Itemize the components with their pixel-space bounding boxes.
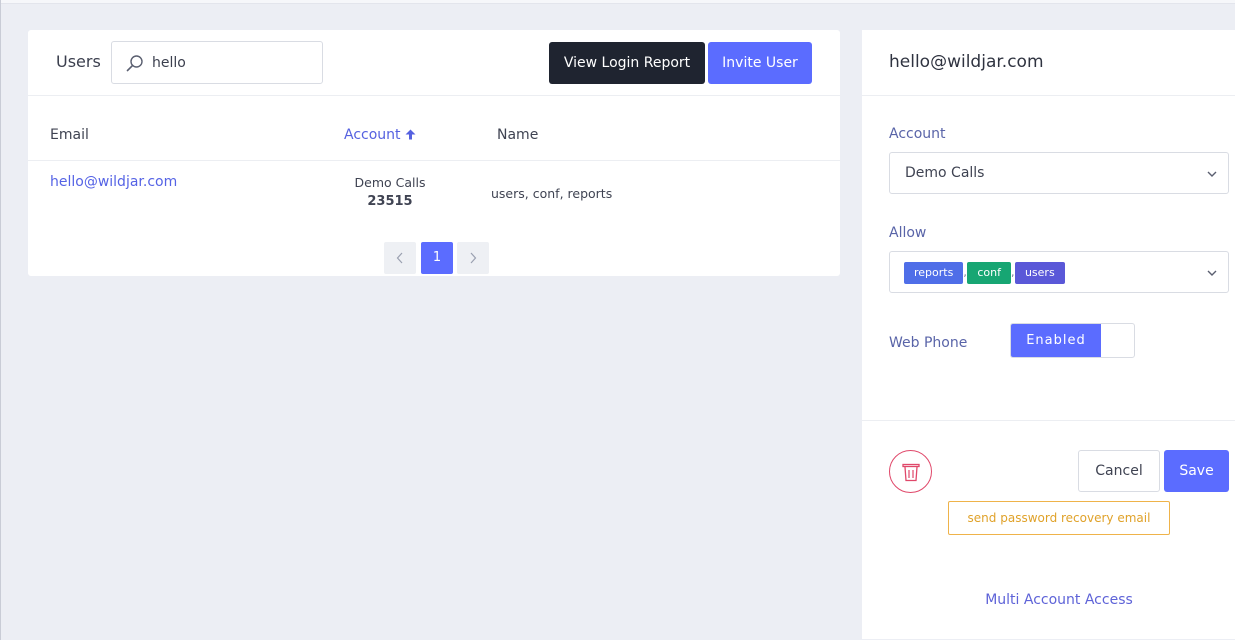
web-phone-toggle[interactable]: Enabled [1010, 323, 1135, 358]
column-header-name[interactable]: Name [497, 127, 538, 143]
left-border [0, 0, 1, 640]
cancel-button[interactable]: Cancel [1078, 450, 1160, 492]
pagination-page-1[interactable]: 1 [421, 242, 453, 274]
account-select-value: Demo Calls [905, 165, 985, 181]
search-box[interactable] [111, 41, 323, 84]
allow-label: Allow [889, 225, 927, 241]
allow-multiselect[interactable]: reports, conf, users [889, 251, 1229, 293]
panel-divider [862, 95, 1235, 96]
column-header-email[interactable]: Email [50, 127, 89, 143]
user-detail-panel: hello@wildjar.com Account Demo Calls All… [862, 30, 1235, 639]
send-password-recovery-button[interactable]: send password recovery email [948, 501, 1170, 535]
chevron-left-icon [396, 252, 403, 263]
chevron-right-icon [470, 252, 477, 263]
web-phone-label: Web Phone [889, 335, 968, 351]
table-row-account: Demo Calls 23515 [340, 175, 440, 209]
table-row-email-link[interactable]: hello@wildjar.com [50, 174, 177, 190]
column-header-account-label: Account [344, 127, 401, 143]
top-bar [0, 0, 1235, 4]
multi-account-access-link[interactable]: Multi Account Access [862, 592, 1235, 608]
allow-tags: reports, conf, users [904, 262, 1065, 284]
allow-tag-users[interactable]: users [1014, 262, 1065, 284]
delete-user-button[interactable] [889, 450, 932, 493]
sort-ascending-icon [405, 129, 416, 140]
users-card: Users View Login Report Invite User Emai… [28, 30, 840, 276]
web-phone-toggle-state: Enabled [1011, 324, 1101, 357]
allow-tag-conf[interactable]: conf [967, 262, 1011, 284]
account-select[interactable]: Demo Calls [889, 152, 1229, 194]
users-card-header: Users View Login Report Invite User [28, 30, 840, 96]
search-input[interactable] [152, 52, 312, 74]
table-divider [28, 160, 840, 161]
view-login-report-button[interactable]: View Login Report [549, 42, 705, 84]
users-title: Users [56, 52, 101, 71]
panel-divider [862, 420, 1235, 421]
chevron-down-icon [1207, 270, 1217, 276]
account-id: 23515 [367, 194, 413, 209]
invite-user-button[interactable]: Invite User [708, 42, 812, 84]
trash-icon [902, 463, 920, 482]
table-row-name: users, conf, reports [491, 186, 613, 201]
account-name: Demo Calls [354, 175, 426, 190]
chevron-down-icon [1207, 171, 1217, 177]
pagination-next-button[interactable] [457, 242, 489, 274]
allow-tag-reports[interactable]: reports [904, 262, 964, 284]
account-label: Account [889, 126, 946, 142]
pagination-prev-button[interactable] [384, 242, 416, 274]
panel-title: hello@wildjar.com [889, 52, 1044, 72]
save-button[interactable]: Save [1164, 450, 1229, 492]
search-icon [126, 55, 143, 72]
column-header-account[interactable]: Account [344, 127, 416, 143]
